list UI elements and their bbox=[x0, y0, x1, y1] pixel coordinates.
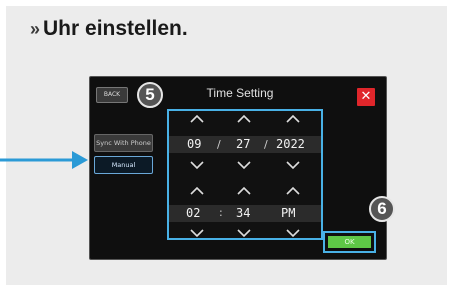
ampm-value: PM bbox=[281, 206, 296, 220]
day-down-button[interactable] bbox=[234, 160, 254, 170]
close-button[interactable]: ✕ bbox=[357, 88, 375, 106]
month-up-button[interactable] bbox=[187, 114, 207, 124]
ampm-up-button[interactable] bbox=[283, 186, 303, 196]
hour-value: 02 bbox=[186, 206, 201, 220]
ok-label: OK bbox=[328, 236, 371, 248]
hour-up-button[interactable] bbox=[187, 186, 207, 196]
pointer-arrow-icon bbox=[0, 151, 88, 169]
minute-up-button[interactable] bbox=[234, 186, 254, 196]
ok-button[interactable]: OK bbox=[323, 231, 376, 253]
minute-value: 34 bbox=[236, 206, 251, 220]
screen-title: Time Setting bbox=[206, 86, 274, 100]
year-value: 2022 bbox=[276, 137, 305, 151]
ampm-down-button[interactable] bbox=[283, 228, 303, 238]
year-down-button[interactable] bbox=[283, 160, 303, 170]
sync-with-phone-button[interactable]: Sync With Phone bbox=[94, 134, 153, 152]
minute-down-button[interactable] bbox=[234, 228, 254, 238]
section-heading: » Uhr einstellen. bbox=[30, 17, 188, 41]
date-separator: / bbox=[264, 138, 268, 151]
month-down-button[interactable] bbox=[187, 160, 207, 170]
callout-badge-5: 5 bbox=[137, 82, 163, 108]
year-up-button[interactable] bbox=[283, 114, 303, 124]
day-value: 27 bbox=[236, 137, 251, 151]
day-up-button[interactable] bbox=[234, 114, 254, 124]
back-button[interactable]: BACK bbox=[96, 87, 128, 103]
double-chevron-icon: » bbox=[30, 19, 41, 39]
time-separator: : bbox=[219, 206, 223, 219]
hour-down-button[interactable] bbox=[187, 228, 207, 238]
date-separator: / bbox=[217, 138, 221, 151]
month-value: 09 bbox=[187, 137, 202, 151]
manual-button[interactable]: Manual bbox=[94, 156, 153, 174]
heading-text: Uhr einstellen. bbox=[43, 17, 188, 40]
callout-badge-6: 6 bbox=[369, 196, 395, 222]
